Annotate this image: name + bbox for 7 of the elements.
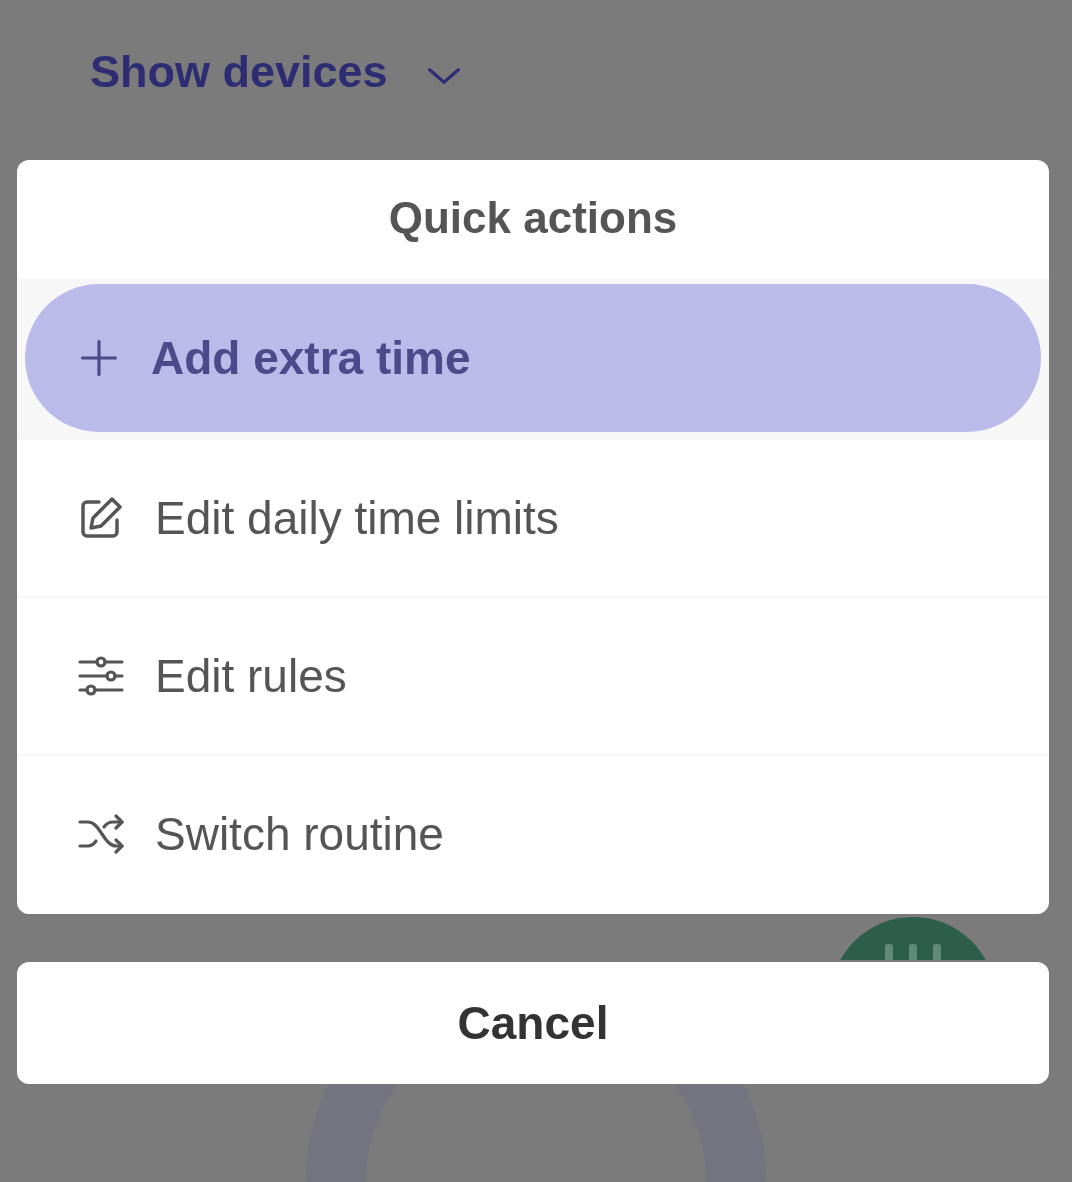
action-item[interactable]: Add extra time xyxy=(25,284,1041,432)
chevron-down-icon xyxy=(425,65,462,87)
action-item[interactable]: Edit rules xyxy=(25,598,1041,754)
cancel-button[interactable]: Cancel xyxy=(17,962,1049,1084)
action-item[interactable]: Switch routine xyxy=(25,756,1041,912)
action-item[interactable]: Edit daily time limits xyxy=(25,440,1041,596)
sheet-title: Quick actions xyxy=(387,192,679,244)
